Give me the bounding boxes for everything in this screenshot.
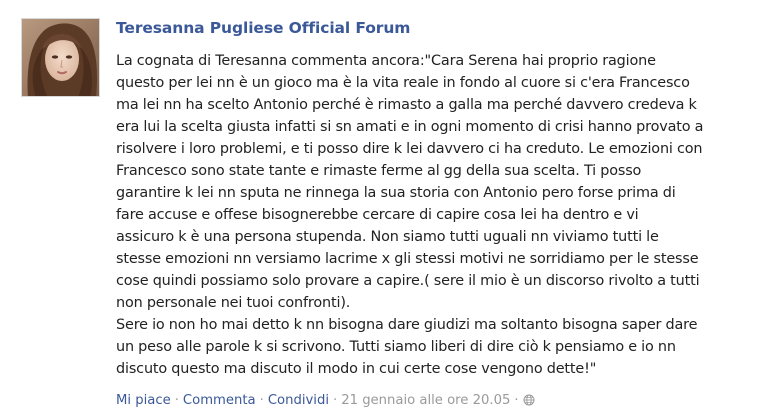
separator: · — [174, 393, 179, 408]
message-line: risolvere i loro problemi, e ti posso di… — [116, 141, 703, 157]
message-line: era lui la scelta giusta infatti si sn a… — [116, 119, 704, 135]
separator: · — [259, 393, 264, 408]
timestamp-link[interactable]: 21 gennaio alle ore 20.05 — [341, 393, 510, 408]
separator: · — [514, 393, 519, 408]
message-line: Sere io non ho mai detto k nn bisogna da… — [116, 317, 698, 333]
message-line: questo per lei nn è un gioco ma è la vit… — [116, 75, 690, 91]
message-line: discuto questo ma discuto il modo in cui… — [116, 361, 597, 377]
message-line: non personale nei tuoi confronti). — [116, 295, 351, 311]
message-line: ma lei nn ha scelto Antonio perché è rim… — [116, 97, 697, 113]
avatar[interactable] — [21, 18, 100, 97]
message-line: assicuro k è una persona stupenda. Non s… — [116, 229, 659, 245]
globe-icon — [523, 394, 535, 410]
post-actions: Mi piace · Commenta · Condividi · 21 gennaio a… — [116, 392, 756, 410]
message-line: garantire k lei nn sputa ne rinnega la s… — [116, 185, 676, 201]
message-line: fare accuse e offese bisognerebbe cercar… — [116, 207, 639, 223]
separator: · — [333, 393, 338, 408]
post-message: La cognata di Teresanna commenta ancora:… — [116, 50, 756, 380]
message-line: cose quindi possiamo solo provare a capi… — [116, 273, 700, 289]
message-line: Francesco sono state tante e rimaste fer… — [116, 163, 642, 179]
comment-link[interactable]: Commenta — [183, 393, 256, 408]
message-line: La cognata di Teresanna commenta ancora:… — [116, 53, 656, 69]
profile-photo — [22, 19, 99, 96]
post: Teresanna Pugliese Official Forum La cog… — [116, 15, 756, 410]
message-line: stesse emozioni nn versiamo lacrime x gl… — [116, 251, 699, 267]
like-link[interactable]: Mi piace — [116, 393, 171, 408]
message-line: un peso alle parole k si scrivono. Tutti… — [116, 339, 676, 355]
share-link[interactable]: Condividi — [268, 393, 329, 408]
author-name-link[interactable]: Teresanna Pugliese Official Forum — [116, 15, 756, 42]
